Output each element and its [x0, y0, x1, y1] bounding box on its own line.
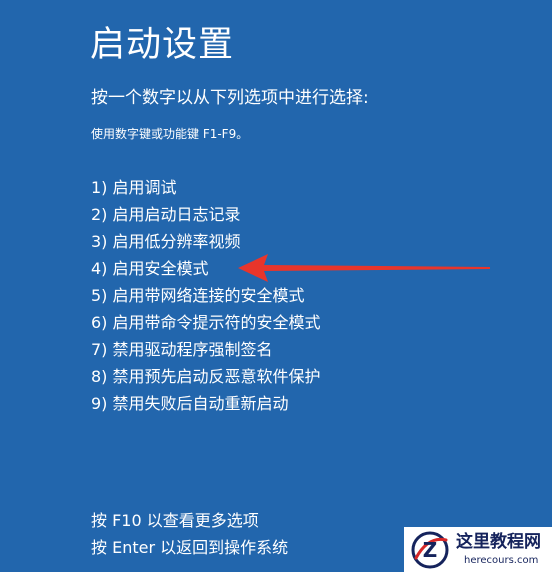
option-enable-safe-mode-networking[interactable]: 5) 启用带网络连接的安全模式 [91, 282, 321, 309]
option-enable-low-resolution-video[interactable]: 3) 启用低分辨率视频 [91, 228, 321, 255]
option-disable-driver-signature-enforcement[interactable]: 7) 禁用驱动程序强制签名 [91, 336, 321, 363]
instruction-text: 按一个数字以从下列选项中进行选择: [91, 88, 369, 108]
return-to-os-prompt[interactable]: 按 Enter 以返回到操作系统 [91, 534, 288, 561]
option-disable-auto-restart[interactable]: 9) 禁用失败后自动重新启动 [91, 390, 321, 417]
svg-text:Z: Z [423, 538, 438, 562]
red-arrow-annotation [238, 254, 490, 282]
option-enable-debugging[interactable]: 1) 启用调试 [91, 174, 321, 201]
arrow-pointer-icon [238, 254, 490, 282]
startup-options-list: 1) 启用调试 2) 启用启动日志记录 3) 启用低分辨率视频 4) 启用安全模… [91, 174, 321, 417]
option-enable-boot-logging[interactable]: 2) 启用启动日志记录 [91, 201, 321, 228]
watermark-site-url: herecours.com [464, 555, 539, 566]
page-title: 启动设置 [90, 25, 235, 65]
footer-instructions: 按 F10 以查看更多选项 按 Enter 以返回到操作系统 [91, 507, 288, 561]
z-logo-icon: Z [411, 531, 449, 569]
watermark-site-name: 这里教程网 [456, 532, 541, 552]
option-enable-safe-mode-command-prompt[interactable]: 6) 启用带命令提示符的安全模式 [91, 309, 321, 336]
site-watermark: Z 这里教程网 herecours.com [404, 527, 552, 572]
more-options-prompt[interactable]: 按 F10 以查看更多选项 [91, 507, 288, 534]
key-hint-text: 使用数字键或功能键 F1-F9。 [91, 127, 249, 141]
option-disable-early-launch-antimalware[interactable]: 8) 禁用预先启动反恶意软件保护 [91, 363, 321, 390]
